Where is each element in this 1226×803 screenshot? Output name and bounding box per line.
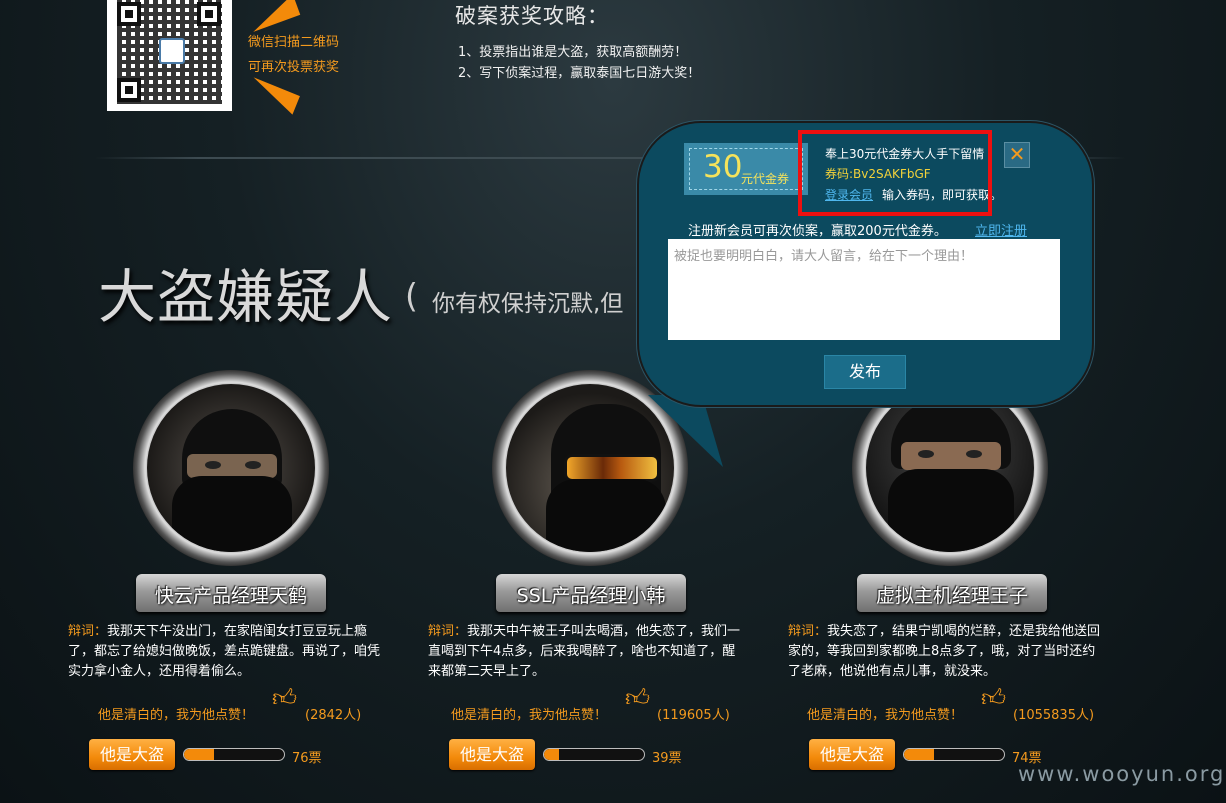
- message-input[interactable]: [668, 239, 1060, 340]
- vote-progress-fill: [544, 749, 559, 760]
- suspect-name: 虚拟主机经理王子: [875, 585, 1028, 607]
- coupon-amount: 30: [703, 149, 743, 185]
- like-count: (119605人): [657, 708, 730, 723]
- defense-label: 辩词：: [68, 624, 108, 639]
- qr-logo-icon: [159, 38, 185, 64]
- avatar: [133, 370, 329, 566]
- name-plaque: 虚拟主机经理王子: [857, 574, 1047, 612]
- thumbs-up-icon[interactable]: 👍︎: [981, 685, 1007, 711]
- suspect-name: 快云产品经理天鹤: [154, 585, 307, 607]
- name-plaque: 快云产品经理天鹤: [136, 574, 326, 612]
- defense-label: 辩词：: [428, 624, 468, 639]
- watermark: www.wooyun.org: [1018, 762, 1226, 786]
- defense-body: 我失恋了，结果宁凯喝的烂醉，还是我给他送回家的，等我回到家都晚上8点多了，哦，对…: [788, 624, 1101, 679]
- defense-text: 辩词：我失恋了，结果宁凯喝的烂醉，还是我给他送回家的，等我回到家都晚上8点多了，…: [788, 622, 1108, 682]
- section-title: 大盗嫌疑人: [98, 263, 394, 331]
- thumbs-up-icon[interactable]: 👍︎: [625, 685, 651, 711]
- vote-count: 76票: [292, 751, 322, 766]
- defense-body: 我那天中午被王子叫去喝酒，他失恋了，我们一直喝到下午4点多，后来我喝醉了，啥也不…: [428, 624, 741, 679]
- submit-button[interactable]: 发布: [824, 355, 906, 389]
- coupon-unit: 元代金券: [741, 172, 790, 186]
- register-link[interactable]: 立即注册: [975, 220, 1027, 239]
- section-subtitle: 你有权保持沉默,但: [432, 291, 624, 317]
- section-paren: (: [405, 276, 418, 315]
- vote-count: 39票: [652, 751, 682, 766]
- highlight-box: [798, 130, 992, 216]
- strategy-tip-1: 1、投票指出谁是大盗，获取高额酬劳！: [458, 45, 688, 60]
- strategy-title: 破案获奖攻略：: [455, 4, 609, 28]
- like-text: 他是清白的，我为他点赞！: [98, 708, 255, 723]
- register-promo: 注册新会员可再次侦案，赢取200元代金券。: [688, 224, 947, 239]
- arrow-down-icon: [246, 77, 300, 115]
- strategy-tip-2: 2、写下侦案过程，赢取泰国七日游大奖！: [458, 66, 701, 81]
- vote-progress-bar: [543, 748, 645, 761]
- vote-progress-bar: [183, 748, 285, 761]
- vote-progress-bar: [903, 748, 1005, 761]
- arrow-up-icon: [245, 0, 301, 32]
- vote-thief-button[interactable]: 他是大盗: [89, 739, 175, 770]
- defense-body: 我那天下午没出门，在家陪闺女打豆豆玩上瘾了，都忘了给媳妇做晚饭，差点跪键盘。再说…: [68, 624, 381, 679]
- vote-progress-fill: [904, 749, 934, 760]
- like-count: (2842人): [305, 708, 362, 723]
- like-count: (1055835人): [1013, 708, 1095, 723]
- qr-code: [107, 0, 232, 111]
- vote-thief-button[interactable]: 他是大盗: [809, 739, 895, 770]
- vote-thief-button[interactable]: 他是大盗: [449, 739, 535, 770]
- close-icon[interactable]: ✕: [1004, 142, 1030, 168]
- qr-caption-line2: 可再次投票获奖: [248, 60, 340, 75]
- defense-text: 辩词：我那天下午没出门，在家陪闺女打豆豆玩上瘾了，都忘了给媳妇做晚饭，差点跪键盘…: [68, 622, 388, 682]
- defense-label: 辩词：: [788, 624, 828, 639]
- like-text: 他是清白的，我为他点赞！: [807, 708, 964, 723]
- defense-text: 辩词：我那天中午被王子叫去喝酒，他失恋了，我们一直喝到下午4点多，后来我喝醉了，…: [428, 622, 748, 682]
- like-text: 他是清白的，我为他点赞！: [451, 708, 608, 723]
- vote-progress-fill: [184, 749, 214, 760]
- thumbs-up-icon[interactable]: 👍︎: [272, 685, 298, 711]
- name-plaque: SSL产品经理小韩: [496, 574, 686, 612]
- coupon-ticket: 30 元代金券: [684, 143, 808, 195]
- suspect-name: SSL产品经理小韩: [516, 585, 666, 607]
- qr-caption-line1: 微信扫描二维码: [248, 35, 340, 50]
